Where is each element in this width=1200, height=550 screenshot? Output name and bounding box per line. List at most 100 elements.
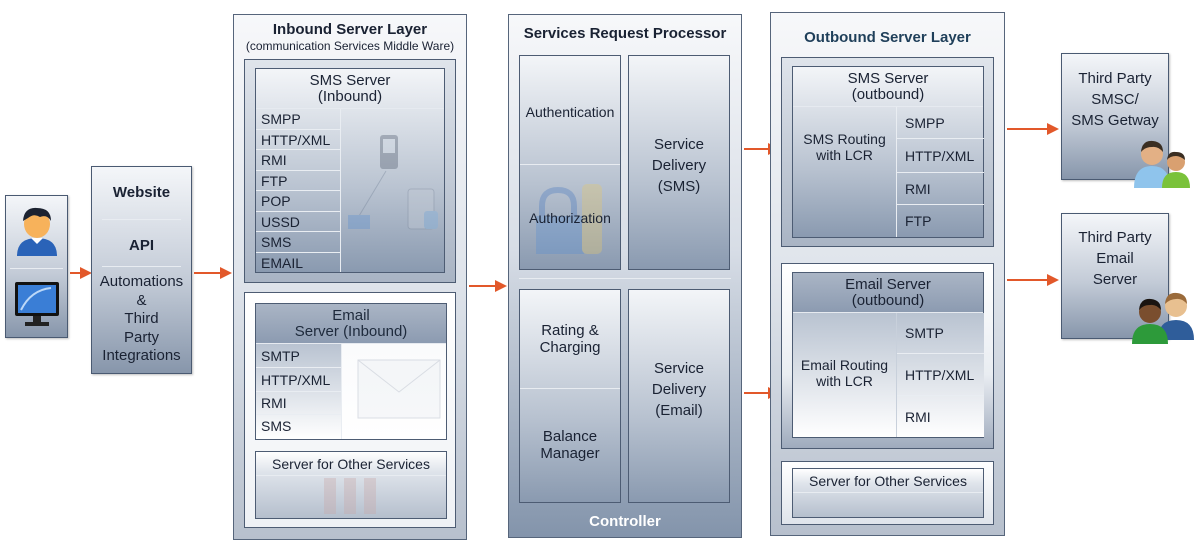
protocol-item: HTTP/XML xyxy=(897,354,984,396)
protocol-list: SMPP HTTP/XML RMI FTP xyxy=(897,107,984,237)
email-server-inbound: Email Server (Inbound) SMTP HTTP/XML RMI… xyxy=(255,303,447,440)
protocol-item: EMAIL xyxy=(261,254,304,271)
service-delivery-email: Service Delivery (Email) xyxy=(628,289,730,503)
protocol-item: SMTP xyxy=(897,313,984,354)
protocol-item: SMS xyxy=(256,232,340,253)
protocol-item: SMTP xyxy=(256,344,341,368)
divider xyxy=(10,268,63,269)
sms-inbound-frame: SMS Server (Inbound) SMPP HTTP/XML RMI F… xyxy=(244,59,456,283)
authentication-label: Authentication xyxy=(525,104,615,120)
text-line: (SMS) xyxy=(657,178,701,195)
title-line: Server (Inbound) xyxy=(294,323,408,340)
protocol-item: HTTP/XML xyxy=(256,130,340,150)
protocol-item: RMI xyxy=(905,408,931,425)
protocol-item: HTTP/XML xyxy=(897,139,984,173)
authorization-label: Authorization xyxy=(529,210,611,226)
protocol-list: SMTP HTTP/XML RMI xyxy=(897,313,984,437)
title-line: Email xyxy=(332,307,370,324)
sms-server-inbound: SMS Server (Inbound) SMPP HTTP/XML RMI F… xyxy=(255,68,445,273)
text-line: Rating & xyxy=(541,322,599,339)
sms-outbound-frame: SMS Server (outbound) SMS Routing with L… xyxy=(781,57,994,247)
api-label: API xyxy=(128,237,154,254)
text-line: Automations xyxy=(99,273,184,290)
text-line: SMS Routing xyxy=(803,131,886,147)
service-delivery-email-label: Service Delivery (Email) xyxy=(629,358,729,421)
inbound-title: Inbound Server Layer xyxy=(272,21,428,38)
outbound-server-layer: Outbound Server Layer SMS Server (outbou… xyxy=(770,12,1005,536)
server-rack-icon xyxy=(324,478,376,514)
third-party-email-server: Third Party Email Server xyxy=(1061,213,1194,344)
protocol-item: HTTP/XML xyxy=(256,368,341,392)
other-services-label: Server for Other Services xyxy=(272,456,430,472)
website-label: Website xyxy=(112,184,171,201)
other-services-label: Server for Other Services xyxy=(809,473,967,489)
divider xyxy=(102,219,181,220)
protocol-item: FTP xyxy=(905,213,932,229)
text-line: Third Party xyxy=(1078,229,1152,246)
protocol-item: USSD xyxy=(256,212,340,232)
protocol-list: SMPP HTTP/XML RMI FTP POP USSD SMS EMAIL xyxy=(256,109,341,272)
third-party-sms-gateway: Third Party SMSC/ SMS Getway xyxy=(1061,53,1190,188)
service-delivery-sms-label: Service Delivery (SMS) xyxy=(629,134,729,197)
text-line: Email xyxy=(1096,250,1134,267)
users-icon xyxy=(1134,140,1190,188)
email-routing-cell: Email Routing with LCR xyxy=(793,313,897,437)
protocol-list: SMTP HTTP/XML RMI SMS xyxy=(256,344,342,439)
user-icon xyxy=(17,207,57,256)
title-line: (Inbound) xyxy=(317,88,383,105)
title-line: (outbound) xyxy=(851,292,925,309)
sms-routing-label: SMS Routing with LCR xyxy=(793,131,896,163)
text-line: Charging xyxy=(539,339,601,356)
email-inbound-frame: Email Server (Inbound) SMTP HTTP/XML RMI… xyxy=(244,292,456,528)
text-line: Integrations xyxy=(102,347,181,364)
text-line: Manager xyxy=(540,445,600,462)
inbound-subtitle: (communication Services Middle Ware) xyxy=(245,39,455,53)
protocol-item: RMI xyxy=(256,150,340,171)
service-delivery-sms: Service Delivery (SMS) xyxy=(628,55,730,270)
email-server-outbound-title: Email Server (outbound) xyxy=(793,273,983,313)
divider xyxy=(519,278,731,279)
flow-arrow xyxy=(1007,274,1059,286)
text-line: Third Party xyxy=(1078,70,1152,87)
text-line: & xyxy=(136,291,147,309)
text-line: Party xyxy=(123,328,159,346)
email-server-inbound-title: Email Server (Inbound) xyxy=(256,304,446,344)
users-icon xyxy=(1132,292,1194,344)
flow-arrow xyxy=(1007,123,1059,135)
controller-label: Controller xyxy=(589,513,661,530)
website-panel: Website API Automations & Third Party In… xyxy=(91,166,192,374)
text-line: Delivery xyxy=(651,157,707,174)
sms-server-inbound-title: SMS Server (Inbound) xyxy=(256,69,444,109)
flow-arrow xyxy=(194,267,232,279)
title-line: Email Server xyxy=(845,276,931,293)
divider xyxy=(793,492,983,493)
protocol-item: SMPP xyxy=(256,109,340,130)
other-services-outbound: Server for Other Services xyxy=(792,468,984,518)
text-line: SMS Getway xyxy=(1071,112,1159,129)
processor-title: Services Request Processor xyxy=(523,25,727,42)
title-line: SMS Server xyxy=(309,72,391,89)
third-party-email-label: Third Party Email Server xyxy=(1062,227,1168,290)
text-line: Service xyxy=(653,136,705,153)
protocol-item: SMPP xyxy=(897,107,984,139)
email-outbound-frame: Email Server (outbound) Email Routing wi… xyxy=(781,263,994,449)
divider xyxy=(102,266,181,267)
protocol-item: SMS xyxy=(261,418,292,434)
divider xyxy=(520,164,620,165)
title-line: (outbound) xyxy=(851,86,925,103)
text-line: with LCR xyxy=(816,373,873,389)
sms-server-outbound-title: SMS Server (outbound) xyxy=(793,67,983,107)
other-services-outbound-frame: Server for Other Services xyxy=(781,461,994,525)
email-server-outbound: Email Server (outbound) Email Routing wi… xyxy=(792,272,984,438)
text-line: SMSC/ xyxy=(1091,91,1139,108)
outbound-title: Outbound Server Layer xyxy=(804,29,971,46)
protocol-item: POP xyxy=(256,191,340,212)
envelope-icon xyxy=(357,359,441,419)
title-line: SMS Server xyxy=(847,70,929,87)
inbound-server-layer: Inbound Server Layer (communication Serv… xyxy=(233,14,467,540)
auth-box: Authentication Authorization xyxy=(519,55,621,270)
automations-label: Automations & Third Party Integrations xyxy=(92,273,191,366)
protocol-item: RMI xyxy=(897,173,984,205)
protocol-item: FTP xyxy=(256,171,340,191)
user-panel xyxy=(5,195,68,338)
